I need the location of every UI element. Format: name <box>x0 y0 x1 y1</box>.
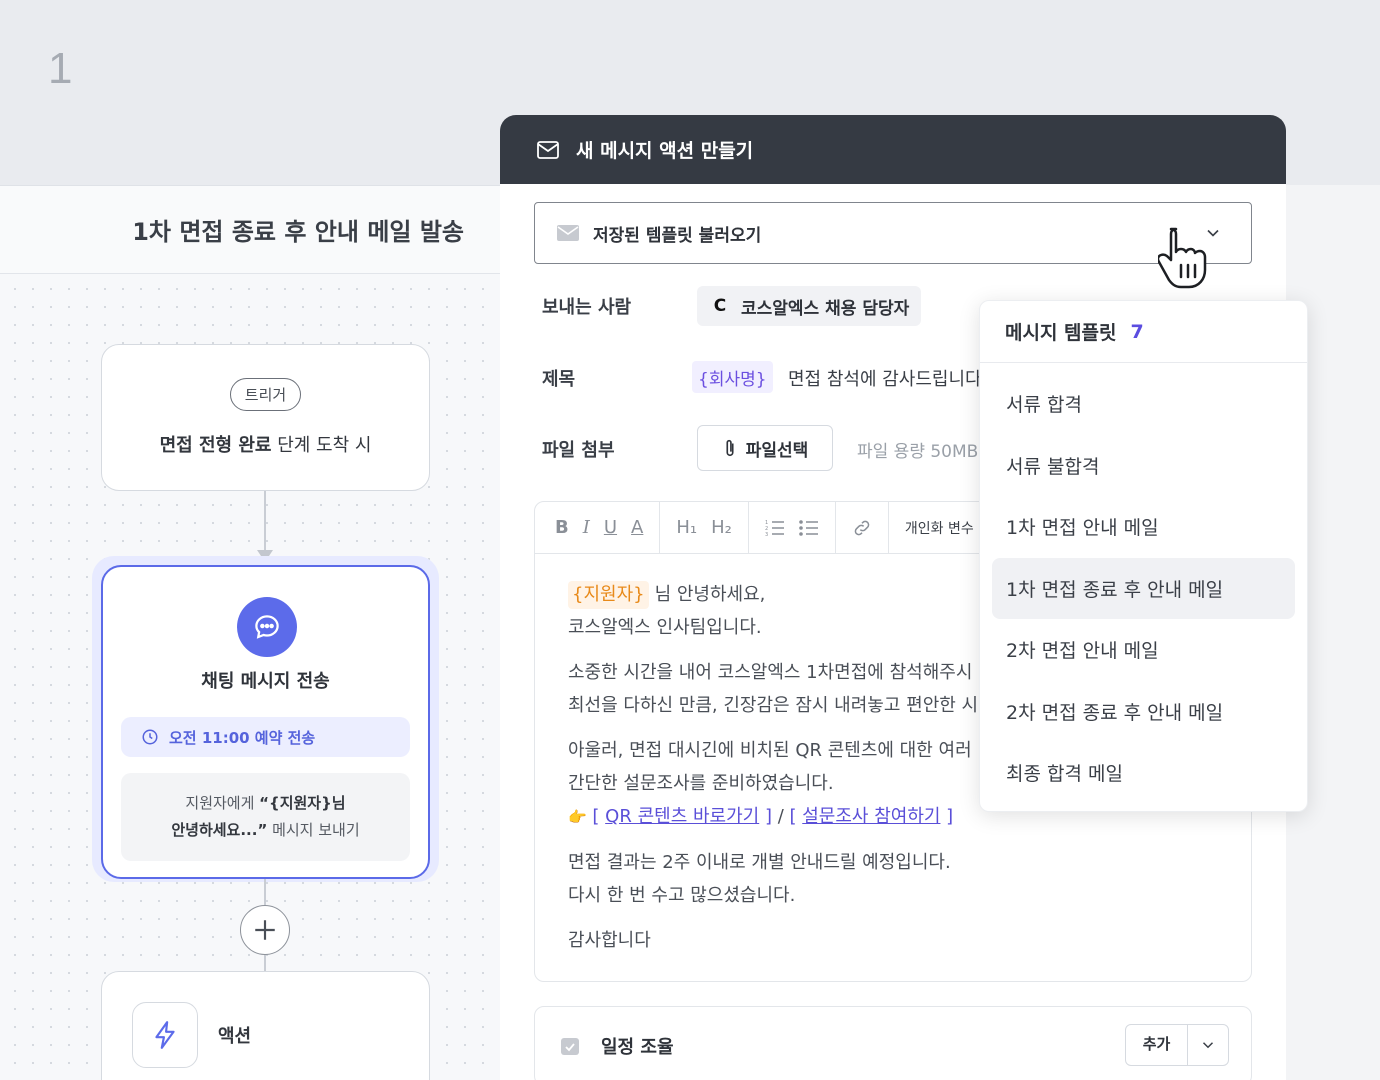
body-paragraph-2-line-1: 소중한 시간을 내어 코스알엑스 1차면접에 참석해주시 <box>568 662 973 683</box>
personalization-variable-button[interactable]: 개인화 변수 <box>905 518 974 538</box>
file-select-label: 파일선택 <box>745 440 809 461</box>
menu-header: 메시지 템플릿 7 <box>980 301 1307 363</box>
underline-button[interactable]: U <box>604 517 617 538</box>
schedule-text: 오전 11:00 예약 전송 <box>169 728 316 747</box>
mail-icon <box>537 140 559 159</box>
action-label: 액션 <box>218 1026 252 1047</box>
trigger-text: 면접 전형 완료 단계 도착 시 <box>160 431 372 457</box>
template-option[interactable]: 서류 합격 <box>992 373 1295 435</box>
schedule-badge: 오전 11:00 예약 전송 <box>121 717 410 757</box>
trigger-node[interactable]: 트리거 면접 전형 완료 단계 도착 시 <box>101 344 430 491</box>
survey-link[interactable]: 설문조사 참여하기 <box>802 806 940 827</box>
message-preview: 지원자에게 “{지원자}님 안녕하세요...” 메시지 보내기 <box>121 773 410 861</box>
body-paragraph-2-line-2: 최선을 다하신 만큼, 긴장감은 잠시 내려놓고 편안한 시 <box>568 695 979 716</box>
template-option[interactable]: 1차 면접 안내 메일 <box>992 496 1295 558</box>
template-option[interactable]: 2차 면접 안내 메일 <box>992 619 1295 681</box>
connector-line <box>264 955 266 971</box>
workflow-title: 1차 면접 종료 후 안내 메일 발송 <box>132 218 464 246</box>
template-option[interactable]: 최종 합격 메일 <box>992 742 1295 804</box>
body-paragraph-3-line-2: 간단한 설문조사를 준비하였습니다. <box>568 773 834 794</box>
preview-var: “{지원자}님 <box>259 794 346 812</box>
action-node[interactable]: 액션 <box>101 971 430 1080</box>
body-paragraph-4-line-1: 면접 결과는 2주 이내로 개별 안내드릴 예정입니다. <box>568 852 951 873</box>
step-number: 1 <box>48 44 73 93</box>
hand-pointer-cursor <box>1158 227 1207 289</box>
file-label: 파일 첨부 <box>542 440 615 461</box>
link-icon[interactable] <box>852 518 872 538</box>
qr-content-link[interactable]: QR 콘텐츠 바로가기 <box>605 806 759 827</box>
workflow-panel: 1차 면접 종료 후 안내 메일 발송 트리거 면접 전형 완료 단계 도착 시… <box>0 185 500 1080</box>
text-format-group: B I U A <box>555 502 661 554</box>
heading2-button[interactable]: H₂ <box>711 517 732 538</box>
preview-greeting: 안녕하세요...” <box>171 821 268 839</box>
applicant-variable[interactable]: {지원자} <box>568 581 649 609</box>
bold-button[interactable]: B <box>555 517 569 538</box>
modal-title: 새 메시지 액션 만들기 <box>576 140 754 162</box>
trigger-condition: 단계 도착 시 <box>271 435 372 456</box>
sender-label: 보내는 사람 <box>542 297 632 318</box>
preview-prefix: 지원자에게 <box>185 794 260 812</box>
text-color-button[interactable]: A <box>631 517 643 538</box>
chat-node-title: 채팅 메시지 전송 <box>201 671 330 692</box>
template-option[interactable]: 1차 면접 종료 후 안내 메일 <box>992 557 1295 619</box>
file-select-button[interactable]: 파일선택 <box>697 425 833 471</box>
lightning-icon <box>132 1002 198 1068</box>
template-dropdown-menu: 메시지 템플릿 7 서류 합격 서류 불합격 1차 면접 안내 메일 1차 면접 종료… <box>979 300 1308 812</box>
sender-value: 코스알엑스 채용 담당자 <box>741 298 910 319</box>
heading-group: H₁ H₂ <box>676 502 749 554</box>
trigger-stage: 면접 전형 완료 <box>159 435 272 456</box>
menu-title: 메시지 템플릿 <box>1005 322 1117 344</box>
intro-text: 코스알엑스 인사팀입니다. <box>568 617 762 638</box>
template-option[interactable]: 2차 면접 종료 후 안내 메일 <box>992 681 1295 743</box>
add-button[interactable]: 추가 <box>1126 1025 1188 1065</box>
workflow-header: 1차 면접 종료 후 안내 메일 발송 <box>0 186 500 274</box>
template-count: 7 <box>1130 320 1144 343</box>
subject-input[interactable]: 면접 참석에 감사드립니다 <box>788 365 982 391</box>
add-dropdown[interactable]: 추가 <box>1125 1024 1229 1066</box>
workflow-canvas: 트리거 면접 전형 완료 단계 도착 시 채팅 메시지 전송 오전 11:00 … <box>0 274 500 1080</box>
pointing-hand-icon: 👉 <box>568 808 587 826</box>
heading1-button[interactable]: H₁ <box>676 517 697 538</box>
schedule-coordination-card: 일정 조율 추가 <box>534 1006 1252 1080</box>
template-list: 서류 합격 서류 불합격 1차 면접 안내 메일 1차 면접 종료 후 안내 메일 2차… <box>980 363 1307 804</box>
template-select[interactable]: 저장된 템플릿 불러오기 <box>534 202 1252 264</box>
connector-line <box>264 879 266 905</box>
chat-bubble-icon <box>237 597 297 657</box>
link-group <box>852 502 889 554</box>
file-size-hint: 파일 용량 50MB <box>857 442 979 462</box>
italic-button[interactable]: I <box>583 517 590 538</box>
preview-suffix: 메시지 보내기 <box>267 821 360 839</box>
schedule-label: 일정 조율 <box>601 1037 674 1058</box>
connector-line <box>264 491 266 551</box>
closing-text: 감사합니다 <box>568 930 651 951</box>
template-select-label: 저장된 템플릿 불러오기 <box>593 225 762 246</box>
chat-message-node[interactable]: 채팅 메시지 전송 오전 11:00 예약 전송 지원자에게 “{지원자}님 안… <box>101 565 430 879</box>
calendar-check-icon <box>561 1038 579 1055</box>
envelope-icon <box>557 225 579 241</box>
ordered-list-icon[interactable]: 123 <box>765 519 785 537</box>
body-paragraph-3-line-1: 아울러, 면접 대시긴에 비치된 QR 콘텐츠에 대한 여러 <box>568 740 972 761</box>
trigger-pill: 트리거 <box>229 378 302 411</box>
list-group: 123 <box>765 502 836 554</box>
company-logo: C <box>713 296 727 316</box>
greeting-text: 님 안녕하세요, <box>654 584 766 605</box>
body-paragraph-4-line-2: 다시 한 번 수고 많으셨습니다. <box>568 885 796 906</box>
plus-icon <box>255 920 275 940</box>
paperclip-icon <box>726 439 734 457</box>
clock-icon <box>142 729 158 745</box>
svg-text:3: 3 <box>765 532 768 537</box>
bullet-list-icon[interactable] <box>799 519 819 537</box>
sender-chip[interactable]: C 코스알엑스 채용 담당자 <box>697 286 922 326</box>
template-option[interactable]: 서류 불합격 <box>992 435 1295 497</box>
modal-header: 새 메시지 액션 만들기 <box>500 115 1286 184</box>
subject-variable[interactable]: {회사명} <box>692 361 773 393</box>
subject-label: 제목 <box>542 369 576 390</box>
add-step-button[interactable] <box>240 905 290 955</box>
chevron-down-icon[interactable] <box>1188 1036 1228 1054</box>
